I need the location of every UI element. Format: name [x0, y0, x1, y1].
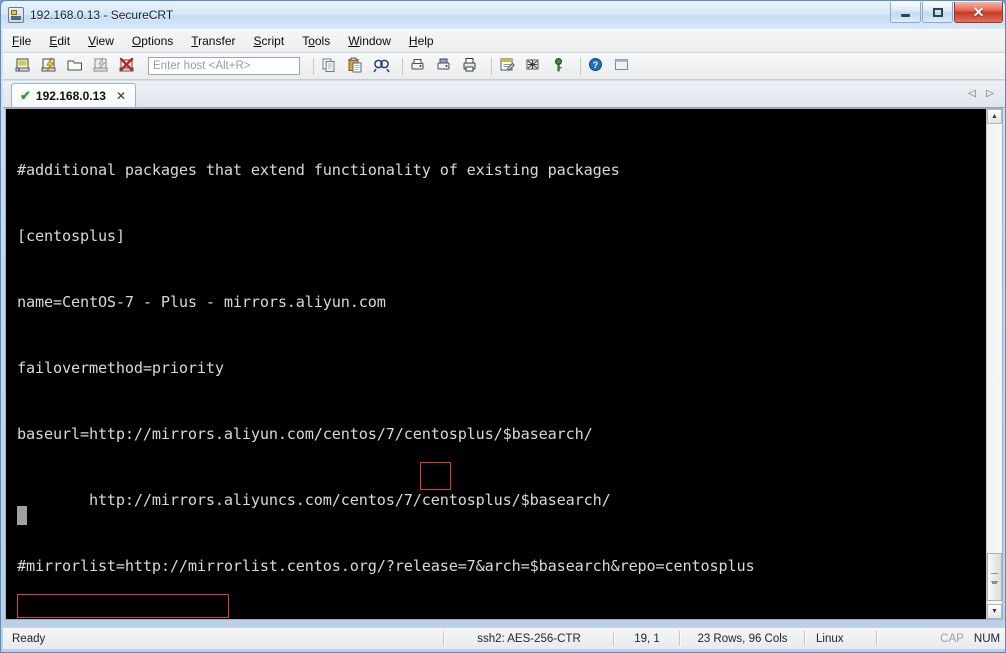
terminal-cursor — [17, 506, 27, 525]
tab-nav-right-icon[interactable]: ▷ — [983, 86, 997, 101]
disconnect-icon[interactable] — [117, 55, 141, 78]
menu-options[interactable]: Options — [123, 31, 182, 51]
connected-check-icon: ✔ — [20, 88, 31, 103]
status-caps: CAP — [940, 632, 964, 645]
print-screen-icon[interactable] — [408, 55, 432, 78]
window-controls: ✕ — [890, 2, 1003, 23]
svg-text:?: ? — [593, 60, 599, 70]
status-bar: Ready ssh2: AES-256-CTR 19, 1 23 Rows, 9… — [3, 627, 1005, 649]
arrange-icon[interactable] — [612, 55, 636, 78]
help-icon[interactable]: ? — [586, 55, 610, 78]
toolbar-separator — [313, 57, 314, 75]
window-title: 192.168.0.13 - SecureCRT — [30, 8, 174, 22]
menu-view[interactable]: View — [79, 31, 123, 51]
tab-strip: ✔ 192.168.0.13 ✕ ◁ ▷ — [3, 81, 1005, 108]
status-cursor: 19, 1 — [634, 632, 660, 645]
annotation-box-path-segment — [420, 462, 451, 490]
toolbar-separator — [491, 57, 492, 75]
paste-icon[interactable] — [345, 55, 369, 78]
menu-edit[interactable]: Edit — [40, 31, 79, 51]
key-icon[interactable] — [549, 55, 573, 78]
status-num: NUM — [973, 632, 1001, 645]
scrollbar-thumb[interactable] — [987, 553, 1002, 601]
scroll-up-icon[interactable]: ▲ — [987, 109, 1002, 124]
menu-file[interactable]: File — [3, 31, 40, 51]
status-dimensions: 23 Rows, 96 Cols — [697, 632, 788, 645]
menu-script[interactable]: Script — [245, 31, 294, 51]
find-icon[interactable] — [371, 55, 395, 78]
tab-label: 192.168.0.13 — [35, 88, 106, 103]
host-input[interactable]: Enter host <Alt+R> — [148, 57, 300, 75]
menu-bar: File Edit View Options Transfer Script T… — [3, 30, 1005, 53]
terminal-line: name=CentOS-7 - Plus - mirrors.aliyun.co… — [17, 293, 386, 311]
quick-connect-icon[interactable] — [39, 55, 63, 78]
log-session-icon[interactable] — [497, 55, 521, 78]
menu-help[interactable]: Help — [400, 31, 443, 51]
copy-icon[interactable] — [319, 55, 343, 78]
scroll-down-icon[interactable]: ▼ — [987, 604, 1002, 619]
terminal-line: #mirrorlist=http://mirrorlist.centos.org… — [17, 557, 755, 575]
terminal-line: baseurl=http://mirrors.aliyun.com/centos… — [17, 425, 593, 443]
tab-close-icon[interactable]: ✕ — [116, 90, 126, 102]
terminal-text: #additional packages that extend functio… — [6, 109, 974, 619]
terminal-scrollbar[interactable]: ▲ ▼ — [986, 109, 1002, 619]
minimize-button[interactable] — [890, 2, 921, 23]
annotation-box-status-message — [17, 594, 229, 618]
connect-sftp-icon[interactable] — [91, 55, 115, 78]
toolbar-separator — [580, 57, 581, 75]
tab-192-168-0-13[interactable]: ✔ 192.168.0.13 ✕ — [11, 83, 137, 107]
securecrt-app-icon — [8, 7, 24, 23]
terminal-line: [centosplus] — [17, 227, 125, 245]
session-options-icon[interactable] — [523, 55, 547, 78]
title-bar: 192.168.0.13 - SecureCRT ✕ — [1, 1, 1005, 30]
securecrt-window: 192.168.0.13 - SecureCRT ✕ File Edit Vie… — [0, 0, 1006, 653]
connect-in-folder-icon[interactable] — [65, 55, 89, 78]
terminal-area[interactable]: #additional packages that extend functio… — [5, 108, 1003, 620]
print-icon[interactable] — [460, 55, 484, 78]
toolbar-separator — [402, 57, 403, 75]
status-cipher: ssh2: AES-256-CTR — [477, 632, 581, 645]
tab-nav-left-icon[interactable]: ◁ — [965, 86, 979, 101]
terminal-line: failovermethod=priority — [17, 359, 224, 377]
host-input-placeholder: Enter host <Alt+R> — [153, 60, 251, 72]
connect-icon[interactable] — [13, 55, 37, 78]
menu-transfer[interactable]: Transfer — [182, 31, 244, 51]
menu-tools[interactable]: Tools — [293, 31, 339, 51]
toolbar: Enter host <Alt+R> ? — [3, 53, 1005, 80]
print-selection-icon[interactable] — [434, 55, 458, 78]
terminal-line: #additional packages that extend functio… — [17, 161, 620, 179]
status-ready: Ready — [12, 632, 46, 645]
status-spacer — [878, 628, 935, 650]
menu-window[interactable]: Window — [339, 31, 400, 51]
maximize-button[interactable] — [922, 2, 953, 23]
status-emulation: Linux — [816, 632, 844, 645]
terminal-line: http://mirrors.aliyuncs.com/centos/7/cen… — [17, 491, 611, 509]
close-button[interactable]: ✕ — [954, 2, 1003, 23]
